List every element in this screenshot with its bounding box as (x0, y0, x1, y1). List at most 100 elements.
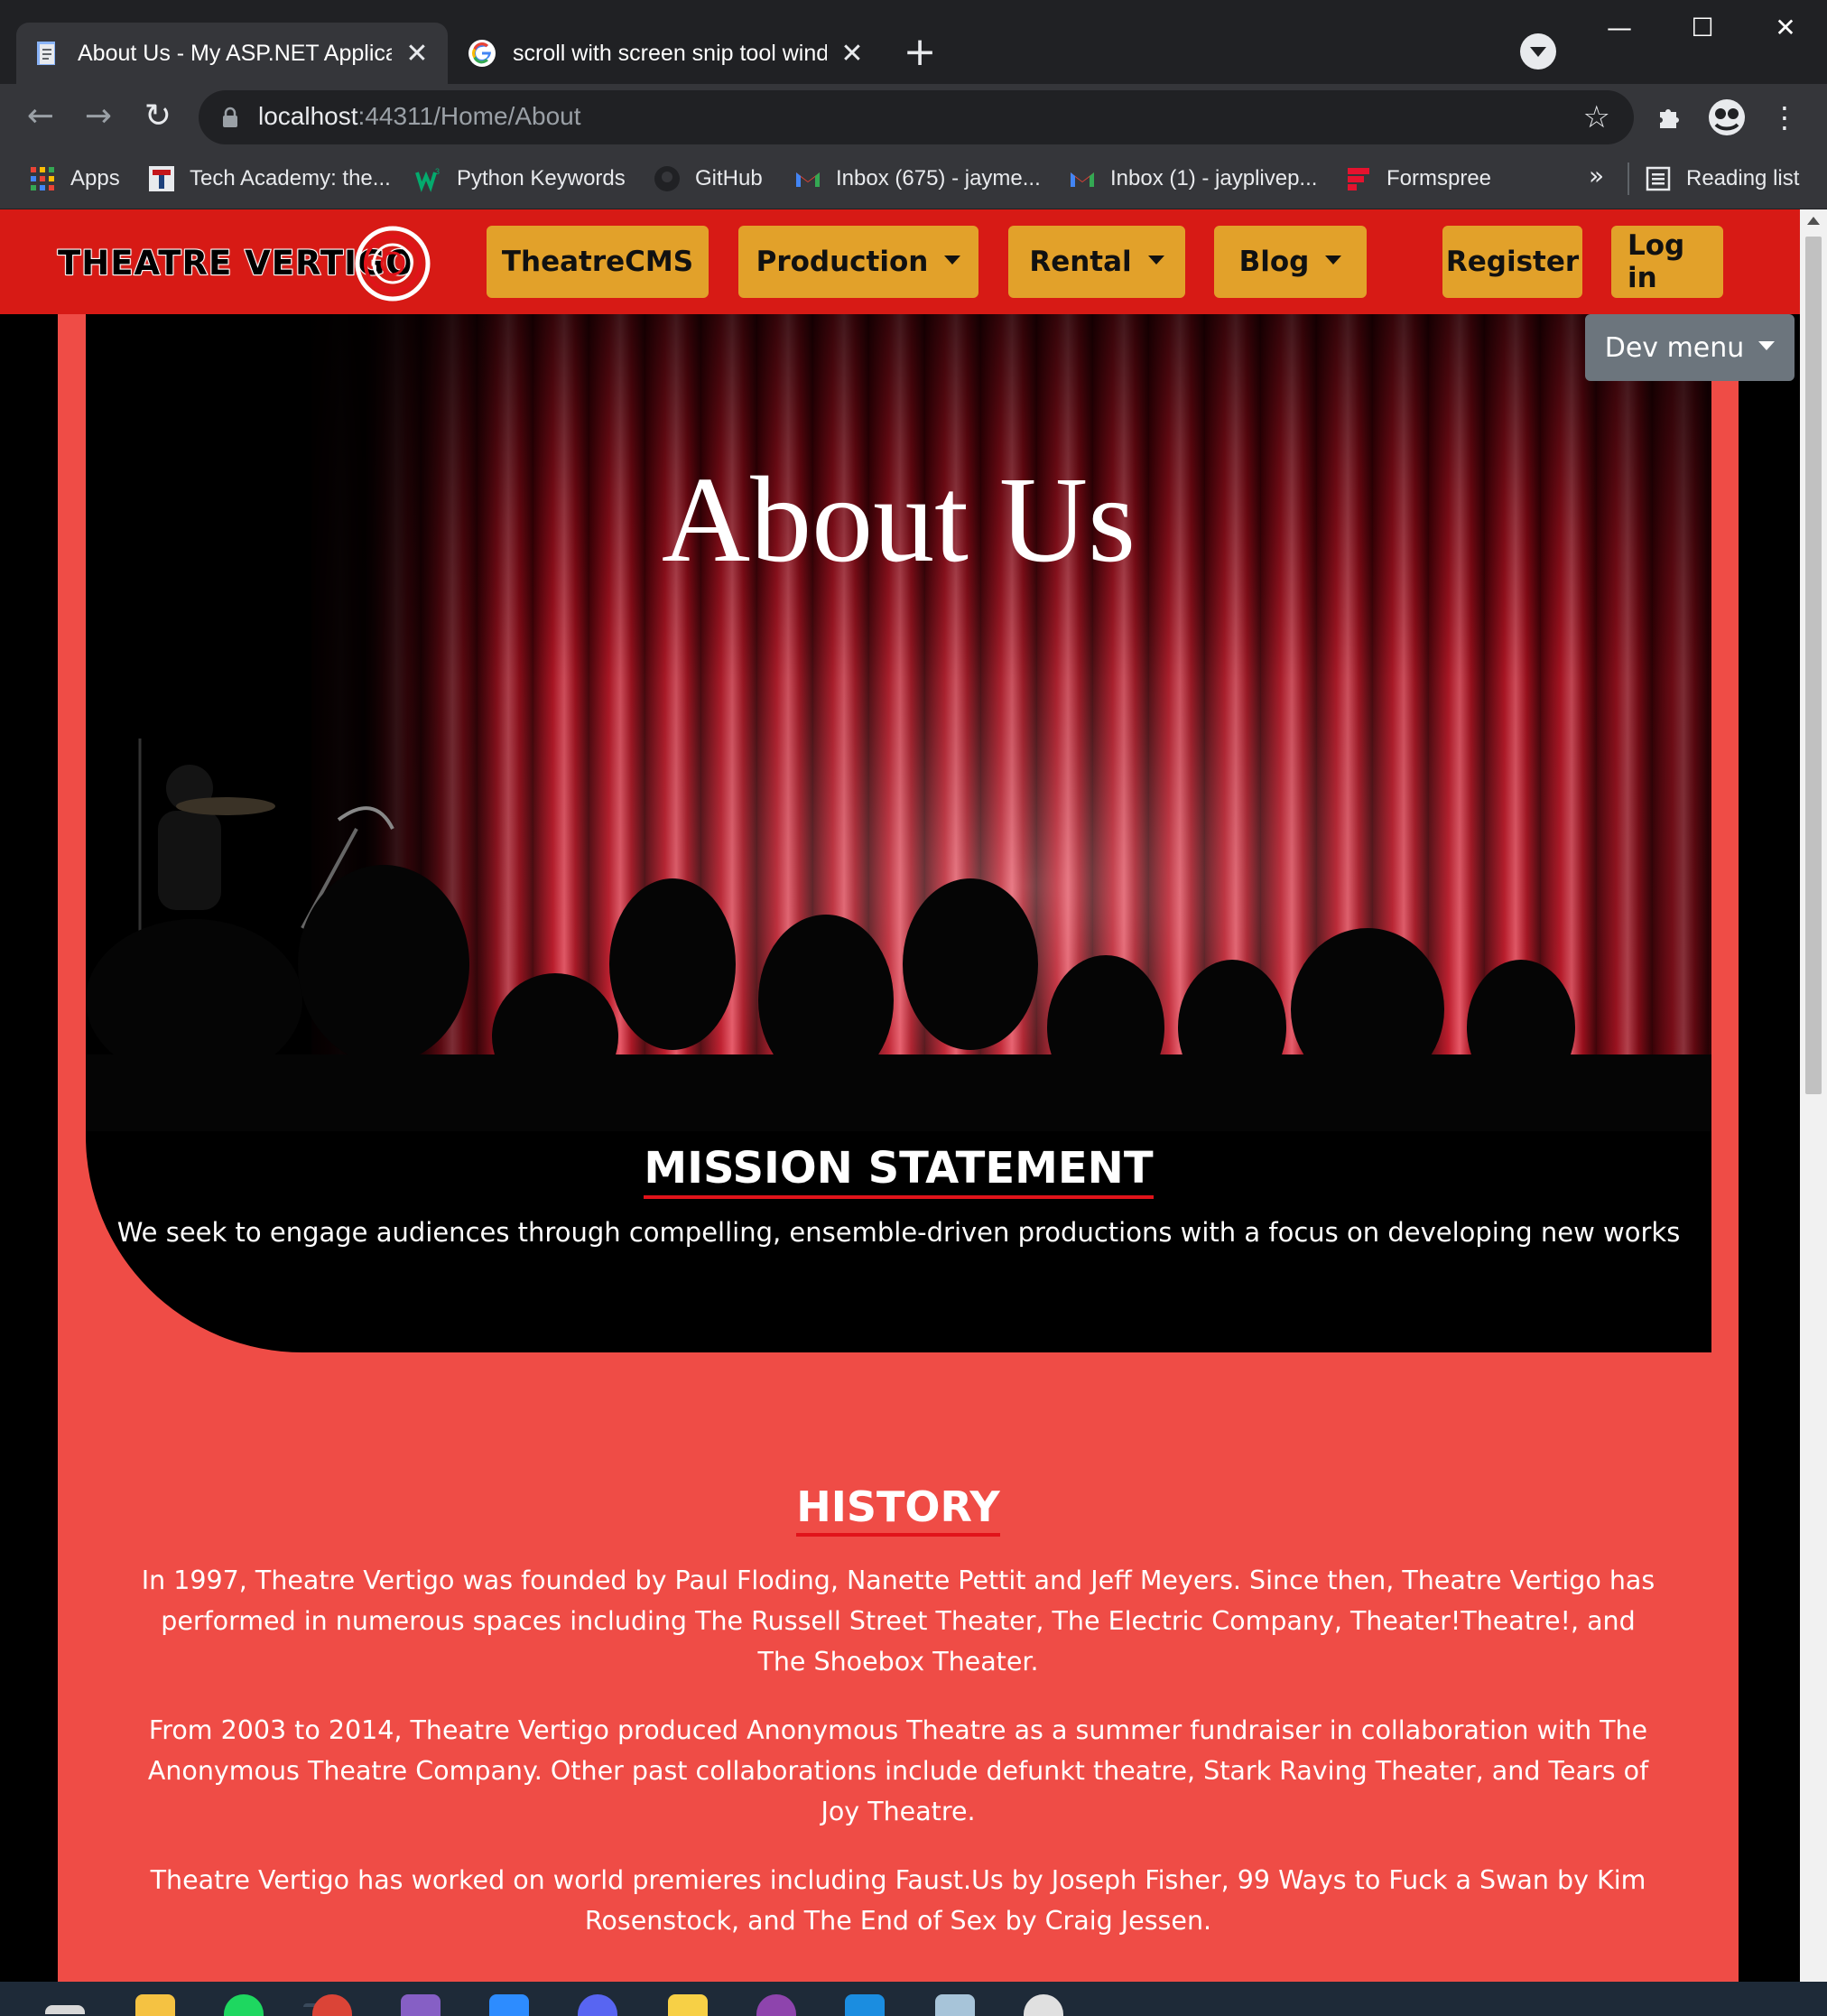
url-host: localhost (258, 102, 358, 130)
bookmark-formspree[interactable]: Formspree (1345, 161, 1491, 197)
github-icon (654, 166, 680, 191)
bookmark-star-icon[interactable]: ☆ (1583, 99, 1610, 135)
close-icon[interactable]: ✕ (838, 38, 867, 70)
github-desktop-icon[interactable] (756, 1994, 796, 2016)
dev-menu-label: Dev menu (1604, 331, 1745, 364)
reading-list-button[interactable]: Reading list (1645, 161, 1799, 197)
zoom-icon[interactable] (489, 1994, 529, 2016)
history-heading: HISTORY (58, 1482, 1739, 1537)
tech-academy-icon (149, 166, 174, 191)
login-button[interactable]: Log in (1611, 226, 1723, 298)
tab-title: About Us - My ASP.NET Applicati (78, 40, 392, 66)
forward-icon[interactable]: → (76, 95, 121, 140)
page-title: About Us (661, 452, 1136, 588)
browser-toolbar: ← → ↻ localhost:44311/Home/About ☆ ⋮ (0, 84, 1827, 150)
windows-taskbar (0, 1982, 1827, 2016)
bookmark-label: Apps (70, 166, 120, 190)
tab-google-search[interactable]: scroll with screen snip tool windo ✕ (451, 23, 883, 84)
history-paragraph: Theatre Vertigo has worked on world prem… (150, 1865, 1646, 1936)
close-window-button[interactable]: ✕ (1744, 0, 1827, 54)
nav-label: TheatreCMS (501, 246, 694, 278)
bookmark-label: Inbox (1) - jayplivep... (1110, 166, 1318, 190)
bookmark-github[interactable]: GitHub (654, 161, 763, 197)
site-navbar: THEATRE VERTIGO TheatreCMS Production Re… (0, 209, 1800, 314)
history-paragraph: In 1997, Theatre Vertigo was founded by … (141, 1565, 1655, 1677)
gmail-icon (1071, 172, 1094, 187)
theatre-curtain-photo (86, 314, 1711, 1131)
minimize-button[interactable]: — (1578, 0, 1661, 54)
register-button[interactable]: Register (1442, 226, 1582, 298)
bookmarks-bar: Apps Tech Academy: the... 3 Python Keywo… (0, 150, 1827, 209)
hero-section: About Us MISSION STATEMENT We seek to en… (86, 314, 1711, 1352)
extensions-icon[interactable] (1648, 97, 1690, 138)
new-tab-button[interactable]: + (897, 32, 942, 77)
snip-tool-icon[interactable] (1024, 1994, 1063, 2016)
bookmarks-overflow-icon[interactable]: » (1589, 161, 1604, 190)
menu-dots-icon[interactable]: ⋮ (1764, 97, 1805, 138)
bookmark-inbox-1[interactable]: Inbox (1) - jayplivep... (1069, 161, 1317, 197)
nav-blog-dropdown[interactable]: Blog (1214, 226, 1367, 298)
mission-heading: MISSION STATEMENT (86, 1143, 1711, 1199)
bookmark-label: GitHub (695, 166, 763, 190)
bookmark-apps[interactable]: Apps (29, 161, 120, 197)
task-view-icon[interactable] (45, 2005, 85, 2014)
bookmark-label: Tech Academy: the... (190, 166, 391, 190)
close-icon[interactable]: ✕ (403, 38, 431, 70)
scroll-up-arrow-icon[interactable] (1807, 217, 1820, 225)
nav-theatrecms[interactable]: TheatreCMS (487, 226, 709, 298)
history-paragraph: From 2003 to 2014, Theatre Vertigo produ… (147, 1715, 1649, 1826)
gmail-icon (796, 172, 820, 187)
svg-text:3: 3 (435, 167, 440, 176)
notepad-icon[interactable] (935, 1994, 975, 2016)
profile-avatar[interactable] (1706, 97, 1748, 138)
formspree-icon (1348, 168, 1369, 190)
bookmark-tech-academy[interactable]: Tech Academy: the... (148, 161, 391, 197)
sticky-notes-icon[interactable] (668, 1994, 708, 2016)
google-icon (468, 40, 496, 67)
tab-title: scroll with screen snip tool windo (513, 40, 827, 66)
file-explorer-icon[interactable] (135, 1994, 175, 2016)
lock-icon (223, 107, 237, 127)
chrome-icon[interactable] (312, 1994, 352, 2016)
bookmark-inbox-675[interactable]: Inbox (675) - jayme... (794, 161, 1041, 197)
bookmark-python-keywords[interactable]: 3 Python Keywords (415, 161, 626, 197)
browser-tab-strip: About Us - My ASP.NET Applicati ✕ scroll… (0, 0, 1827, 84)
reload-icon[interactable]: ↻ (135, 95, 181, 140)
vscode-icon[interactable] (845, 1994, 885, 2016)
nav-rental-dropdown[interactable]: Rental (1008, 226, 1185, 298)
chevron-down-icon (1147, 255, 1164, 265)
page-viewport: THEATRE VERTIGO TheatreCMS Production Re… (0, 209, 1800, 1982)
reading-list-label: Reading list (1686, 166, 1800, 190)
bookmark-label: Python Keywords (457, 166, 626, 190)
bookmarks-divider (1628, 163, 1629, 195)
url-text: localhost:44311/Home/About (258, 102, 581, 131)
address-bar[interactable]: localhost:44311/Home/About ☆ (199, 90, 1634, 144)
url-path: :44311/Home/About (357, 102, 581, 130)
chevron-down-icon (1325, 255, 1342, 265)
nav-label: Blog (1238, 246, 1310, 278)
maximize-button[interactable]: ☐ (1661, 0, 1744, 54)
apps-grid-icon (31, 167, 54, 190)
scrollbar-thumb[interactable] (1805, 237, 1822, 1094)
nav-production-dropdown[interactable]: Production (738, 226, 978, 298)
w3schools-icon: 3 (415, 167, 440, 192)
tab-about-us[interactable]: About Us - My ASP.NET Applicati ✕ (16, 23, 448, 84)
tab-search-icon[interactable] (1520, 33, 1556, 70)
theatre-vertigo-logo[interactable]: THEATRE VERTIGO (56, 224, 435, 302)
chevron-down-icon (944, 255, 961, 265)
reading-list-icon (1646, 166, 1671, 191)
page-icon (37, 42, 55, 65)
bookmark-label: Inbox (675) - jayme... (836, 166, 1041, 190)
spotify-icon[interactable] (224, 1994, 264, 2016)
chevron-down-icon (1758, 341, 1776, 350)
visual-studio-icon[interactable] (401, 1994, 441, 2016)
back-icon[interactable]: ← (18, 95, 63, 140)
nav-label: Production (756, 246, 929, 278)
bookmark-label: Formspree (1386, 166, 1492, 190)
nav-label: Rental (1029, 246, 1132, 278)
history-heading-text: HISTORY (796, 1482, 1000, 1537)
dev-menu-dropdown[interactable]: Dev menu (1585, 314, 1795, 381)
page-scrollbar[interactable] (1800, 209, 1827, 1982)
spiral-logo-icon (355, 226, 431, 302)
discord-icon[interactable] (578, 1994, 617, 2016)
